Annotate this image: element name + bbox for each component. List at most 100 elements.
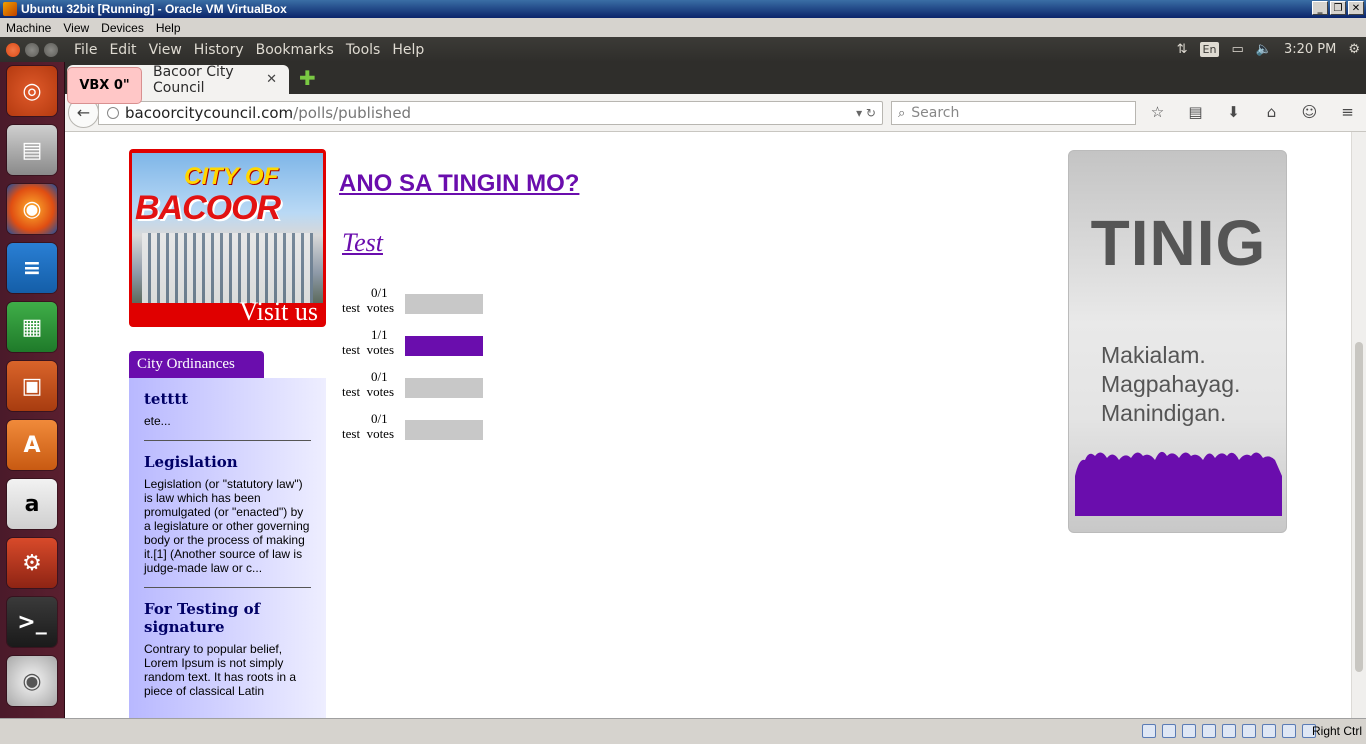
files-icon[interactable]: ▤ — [7, 125, 57, 175]
network-status-icon[interactable] — [1242, 724, 1256, 738]
poll-result-bar — [405, 336, 483, 356]
menu-edit[interactable]: Edit — [103, 42, 142, 58]
vbox-menu-devices[interactable]: Devices — [95, 21, 150, 35]
navigation-bar: ← bacoorcitycouncil.com /polls/published… — [65, 94, 1366, 132]
tinig-title: TINIG — [1090, 207, 1267, 279]
page-content: CITY OF BACOOR Visit us City Ordinances … — [65, 132, 1351, 718]
page-scrollbar[interactable] — [1351, 132, 1366, 718]
downloads-icon[interactable]: ⬇ — [1224, 103, 1243, 121]
ordinance-excerpt: Legislation (or "statutory law") is law … — [144, 477, 310, 575]
terminal-icon[interactable]: >_ — [7, 597, 57, 647]
search-placeholder: Search — [911, 105, 960, 121]
poll-result-bar — [405, 378, 483, 398]
shared-folders-status-icon[interactable] — [1202, 724, 1216, 738]
poll-vote-count: 0/1 — [371, 285, 388, 300]
menu-bookmarks[interactable]: Bookmarks — [250, 42, 340, 58]
ubuntu-dash-icon[interactable]: ◎ — [7, 66, 57, 116]
system-settings-icon[interactable]: ⚙ — [7, 538, 57, 588]
window-minimize-icon[interactable] — [25, 42, 39, 57]
cpu-status-icon[interactable] — [1282, 724, 1296, 738]
ordinance-title[interactable]: Legislation — [144, 453, 311, 471]
vbox-menu-help[interactable]: Help — [150, 21, 187, 35]
ordinance-title[interactable]: For Testing of signature — [144, 600, 311, 636]
unity-top-panel: File Edit View History Bookmarks Tools H… — [0, 37, 1366, 62]
new-tab-plus-icon[interactable]: ✚ — [299, 68, 317, 88]
ordinance-excerpt: Contrary to popular belief, Lorem Ipsum … — [144, 642, 297, 698]
window-close-icon[interactable] — [6, 42, 20, 57]
search-icon: ⌕ — [898, 105, 906, 121]
tinig-slogan-line: Makialam. — [1101, 342, 1206, 368]
chat-icon[interactable]: ☺ — [1300, 103, 1319, 121]
restore-button[interactable]: ❐ — [1330, 1, 1346, 15]
city-ordinances-tab[interactable]: City Ordinances — [129, 351, 264, 378]
video-capture-status-icon[interactable] — [1262, 724, 1276, 738]
vbox-window-title: Ubuntu 32bit [Running] - Oracle VM Virtu… — [21, 2, 287, 16]
volume-icon[interactable]: 🔈 — [1256, 42, 1272, 57]
optical-drive-status-icon[interactable] — [1162, 724, 1176, 738]
crowd-silhouette-icon — [1075, 451, 1282, 516]
clock[interactable]: 3:20 PM — [1284, 42, 1336, 57]
menu-file[interactable]: File — [68, 42, 103, 58]
minimize-button[interactable]: _ — [1312, 1, 1328, 15]
poll-option-label: test votes — [342, 384, 395, 399]
url-bar[interactable]: bacoorcitycouncil.com /polls/published ▾… — [98, 101, 883, 125]
display-status-icon[interactable] — [1222, 724, 1236, 738]
poll-option-label: test votes — [342, 426, 395, 441]
poll-heading-link[interactable]: ANO SA TINGIN MO? — [339, 170, 579, 198]
vbox-menubar: Machine View Devices Help — [0, 18, 1366, 37]
poll-vote-count: 1/1 — [371, 327, 388, 342]
bookmark-star-icon[interactable]: ☆ — [1148, 103, 1167, 121]
keyboard-layout-indicator[interactable]: En — [1199, 42, 1220, 57]
vbx-overlay-badge: VBX 0" — [67, 67, 142, 104]
poll-question-link[interactable]: Test — [342, 228, 383, 258]
url-dropdown-reload-icons[interactable]: ▾ ↻ — [856, 106, 876, 120]
vbox-status-icons — [1142, 724, 1316, 738]
calc-icon[interactable]: ▦ — [7, 302, 57, 352]
poll-option-label: test votes — [342, 300, 395, 315]
hdd-status-icon[interactable] — [1142, 724, 1156, 738]
ordinance-excerpt: ete... — [144, 414, 171, 428]
window-maximize-icon[interactable] — [44, 42, 58, 57]
firefox-icon[interactable]: ◉ — [7, 184, 57, 234]
impress-icon[interactable]: ▣ — [7, 361, 57, 411]
banner-city-of-text: CITY OF — [184, 163, 279, 190]
site-identity-globe-icon[interactable] — [107, 107, 119, 119]
poll-result-fill — [405, 336, 483, 356]
url-path: /polls/published — [293, 104, 412, 122]
scrollbar-thumb[interactable] — [1355, 342, 1363, 672]
menu-history[interactable]: History — [188, 42, 250, 58]
tinig-slogan-line: Manindigan. — [1101, 400, 1227, 426]
ordinance-title[interactable]: tetttt — [144, 390, 311, 408]
city-of-bacoor-banner[interactable]: CITY OF BACOOR Visit us — [129, 149, 326, 327]
menu-view[interactable]: View — [143, 42, 188, 58]
url-host: bacoorcitycouncil.com — [125, 104, 294, 122]
banner-bacoor-text: BACOOR — [135, 189, 281, 227]
vbox-titlebar: Ubuntu 32bit [Running] - Oracle VM Virtu… — [0, 0, 1366, 18]
tinig-ad-banner[interactable]: TINIG Makialam. Magpahayag. Manindigan. — [1068, 150, 1287, 533]
vbox-menu-machine[interactable]: Machine — [0, 21, 57, 35]
dvd-icon[interactable]: ◉ — [7, 656, 57, 706]
toolbar-icons: ☆ ▤ ⬇ ⌂ ☺ ≡ — [1148, 103, 1357, 121]
virtualbox-icon — [3, 2, 17, 16]
reading-list-icon[interactable]: ▤ — [1186, 103, 1205, 121]
search-input[interactable]: ⌕ Search — [891, 101, 1136, 125]
session-gear-icon[interactable]: ⚙ — [1348, 42, 1360, 57]
amazon-icon[interactable]: a — [7, 479, 57, 529]
software-center-icon[interactable]: A — [7, 420, 57, 470]
usb-status-icon[interactable] — [1182, 724, 1196, 738]
vbox-menu-view[interactable]: View — [57, 21, 95, 35]
unity-launcher: ◎ ▤ ◉ ≡ ▦ ▣ A a ⚙ >_ ◉ — [0, 62, 65, 718]
menu-tools[interactable]: Tools — [340, 42, 387, 58]
menu-help[interactable]: Help — [386, 42, 430, 58]
poll-option-label: test votes — [342, 342, 395, 357]
writer-icon[interactable]: ≡ — [7, 243, 57, 293]
city-hall-building-graphic — [142, 233, 313, 303]
hamburger-menu-icon[interactable]: ≡ — [1338, 103, 1357, 121]
network-icon[interactable]: ⇅ — [1177, 42, 1188, 57]
tab-close-icon[interactable]: ✕ — [266, 72, 277, 87]
close-button[interactable]: ✕ — [1348, 1, 1364, 15]
home-icon[interactable]: ⌂ — [1262, 103, 1281, 121]
ordinance-divider — [144, 440, 311, 441]
poll-result-bar — [405, 420, 483, 440]
battery-icon[interactable]: ▭ — [1231, 42, 1243, 57]
